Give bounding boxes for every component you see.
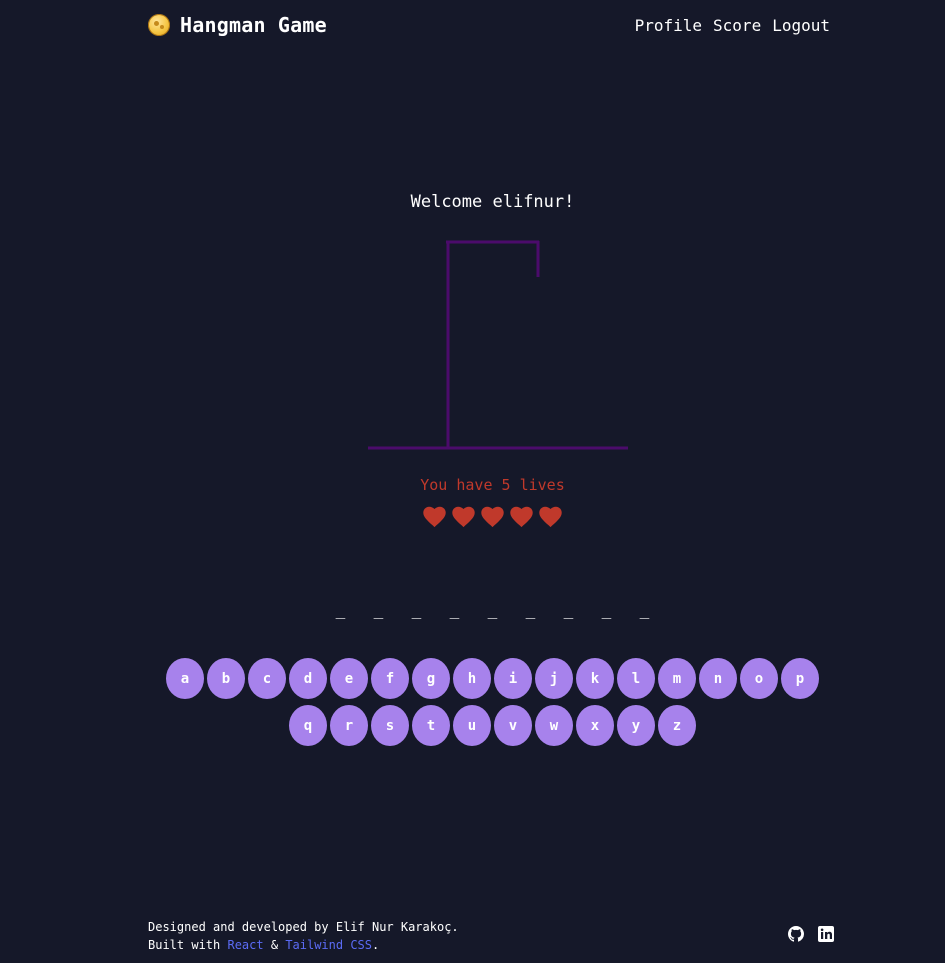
letter-key-o[interactable]: o	[740, 658, 778, 699]
nav-score[interactable]: Score	[713, 16, 761, 35]
letter-blank: _	[563, 600, 574, 619]
page: Hangman Game Profile Score Logout Welcom…	[0, 0, 945, 963]
letter-key-j[interactable]: j	[535, 658, 573, 699]
letter-key-h[interactable]: h	[453, 658, 491, 699]
footer: Designed and developed by Elif Nur Karak…	[148, 918, 834, 958]
letter-key-w[interactable]: w	[535, 705, 573, 746]
nav: Profile Score Logout	[635, 16, 830, 35]
letter-key-i[interactable]: i	[494, 658, 532, 699]
header: Hangman Game Profile Score Logout	[148, 10, 830, 40]
letter-key-f[interactable]: f	[371, 658, 409, 699]
letter-key-n[interactable]: n	[699, 658, 737, 699]
letter-key-t[interactable]: t	[412, 705, 450, 746]
letter-keyboard: abcdefghijklmnop qrstuvwxyz	[160, 658, 825, 746]
letter-key-u[interactable]: u	[453, 705, 491, 746]
letter-blank: _	[639, 600, 650, 619]
word-blanks: _ _ _ _ _ _ _ _ _	[0, 600, 945, 619]
letter-key-e[interactable]: e	[330, 658, 368, 699]
tailwind-link[interactable]: Tailwind CSS	[285, 938, 372, 952]
letter-key-m[interactable]: m	[658, 658, 696, 699]
welcome-message: Welcome elifnur!	[410, 192, 575, 212]
letter-key-z[interactable]: z	[658, 705, 696, 746]
react-link[interactable]: React	[227, 938, 263, 952]
heart-icon	[423, 506, 446, 528]
letter-key-y[interactable]: y	[617, 705, 655, 746]
heart-icon	[481, 506, 504, 528]
footer-built-with: Built with React & Tailwind CSS.	[148, 936, 459, 954]
letter-blank: _	[373, 600, 384, 619]
nav-profile[interactable]: Profile	[635, 16, 702, 35]
letter-key-q[interactable]: q	[289, 705, 327, 746]
heart-icon	[539, 506, 562, 528]
letter-key-s[interactable]: s	[371, 705, 409, 746]
letter-key-x[interactable]: x	[576, 705, 614, 746]
brand[interactable]: Hangman Game	[148, 13, 327, 37]
footer-period: .	[372, 938, 380, 952]
letter-key-c[interactable]: c	[248, 658, 286, 699]
letter-key-a[interactable]: a	[166, 658, 204, 699]
built-with-label: Built with	[148, 938, 221, 952]
letter-blank: _	[335, 600, 346, 619]
footer-credits: Designed and developed by Elif Nur Karak…	[148, 918, 459, 954]
heart-icon	[452, 506, 475, 528]
letter-key-r[interactable]: r	[330, 705, 368, 746]
gallows	[368, 240, 628, 450]
letter-key-k[interactable]: k	[576, 658, 614, 699]
ampersand: &	[270, 938, 279, 952]
lives-text: You have 5 lives	[420, 476, 565, 494]
letter-key-d[interactable]: d	[289, 658, 327, 699]
letter-key-g[interactable]: g	[412, 658, 450, 699]
letter-key-v[interactable]: v	[494, 705, 532, 746]
nav-logout[interactable]: Logout	[772, 16, 830, 35]
coin-logo-icon	[148, 14, 170, 36]
letter-blank: _	[449, 600, 460, 619]
letter-key-p[interactable]: p	[781, 658, 819, 699]
footer-social	[788, 926, 834, 942]
letter-key-b[interactable]: b	[207, 658, 245, 699]
github-icon[interactable]	[788, 926, 804, 942]
letter-blank: _	[411, 600, 422, 619]
letter-blank: _	[601, 600, 612, 619]
lives-hearts	[0, 506, 945, 528]
linkedin-icon[interactable]	[818, 926, 834, 942]
letter-key-l[interactable]: l	[617, 658, 655, 699]
app-title[interactable]: Hangman Game	[180, 13, 327, 37]
heart-icon	[510, 506, 533, 528]
letter-blank: _	[525, 600, 536, 619]
letter-blank: _	[487, 600, 498, 619]
footer-designed-by: Designed and developed by Elif Nur Karak…	[148, 920, 459, 934]
